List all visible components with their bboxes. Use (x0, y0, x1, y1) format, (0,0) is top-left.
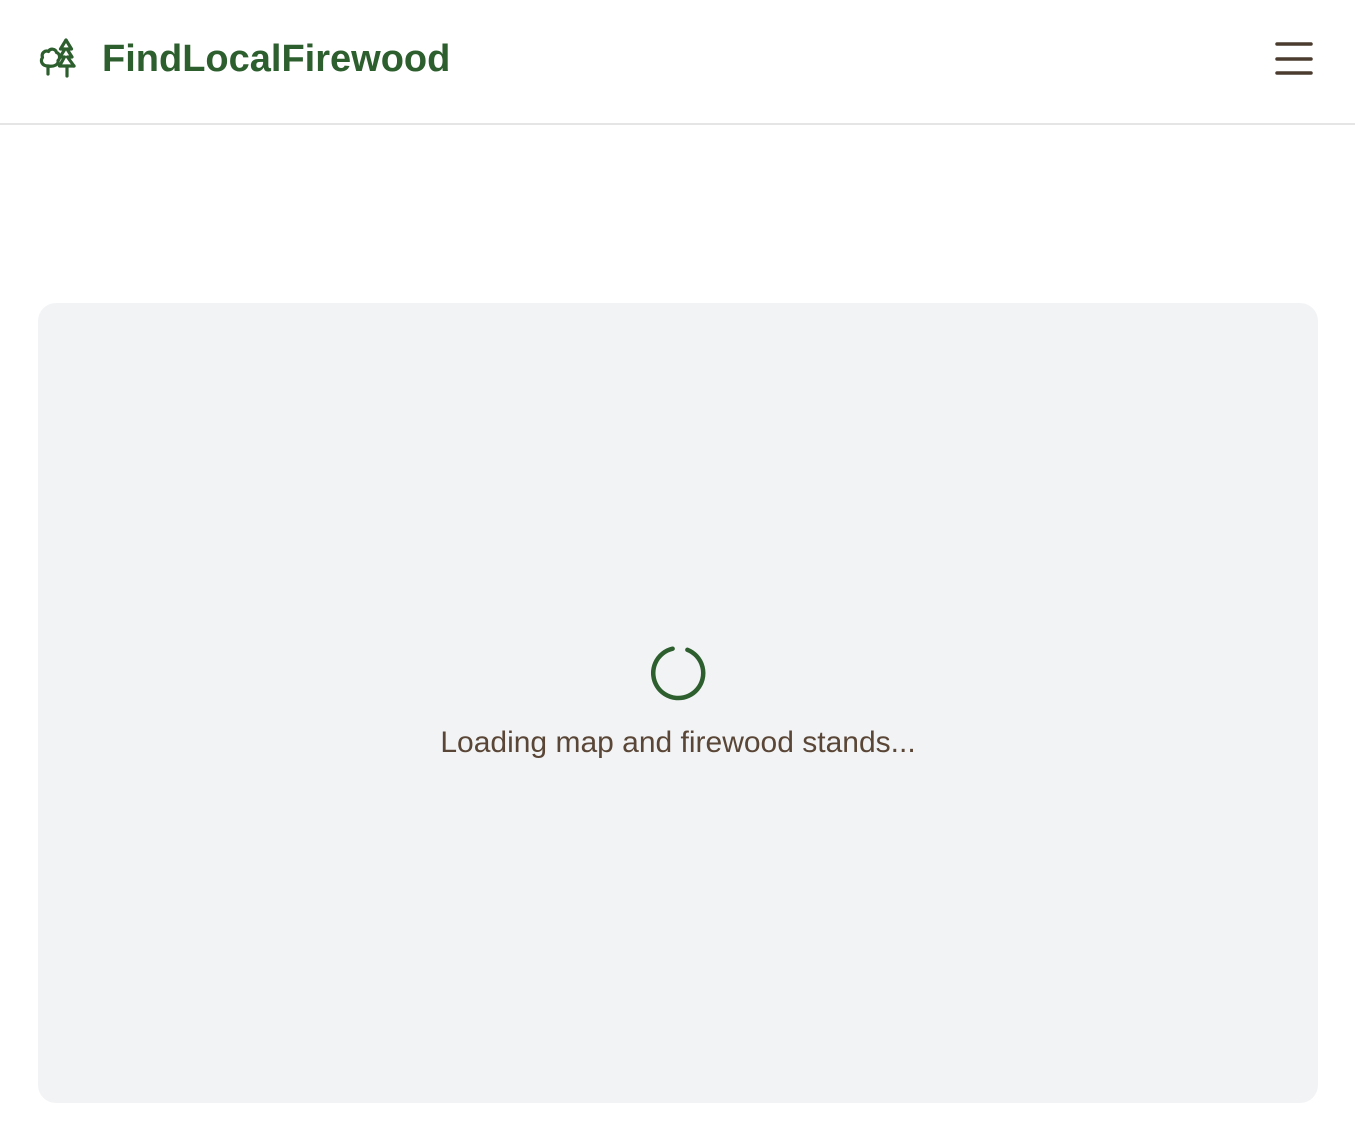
brand-name: FindLocalFirewood (102, 38, 451, 80)
trees-icon (39, 38, 76, 78)
menu-button[interactable] (1270, 38, 1318, 80)
map-container: Loading map and firewood stands... (38, 303, 1318, 1103)
hamburger-menu-icon (1275, 42, 1313, 75)
site-header: FindLocalFirewood (0, 0, 1355, 125)
loading-spinner-icon (651, 646, 706, 701)
loading-message: Loading map and firewood stands... (440, 726, 916, 759)
page: FindLocalFirewood Loading map and firewo… (0, 0, 1355, 1145)
brand-link[interactable]: FindLocalFirewood (38, 36, 450, 82)
